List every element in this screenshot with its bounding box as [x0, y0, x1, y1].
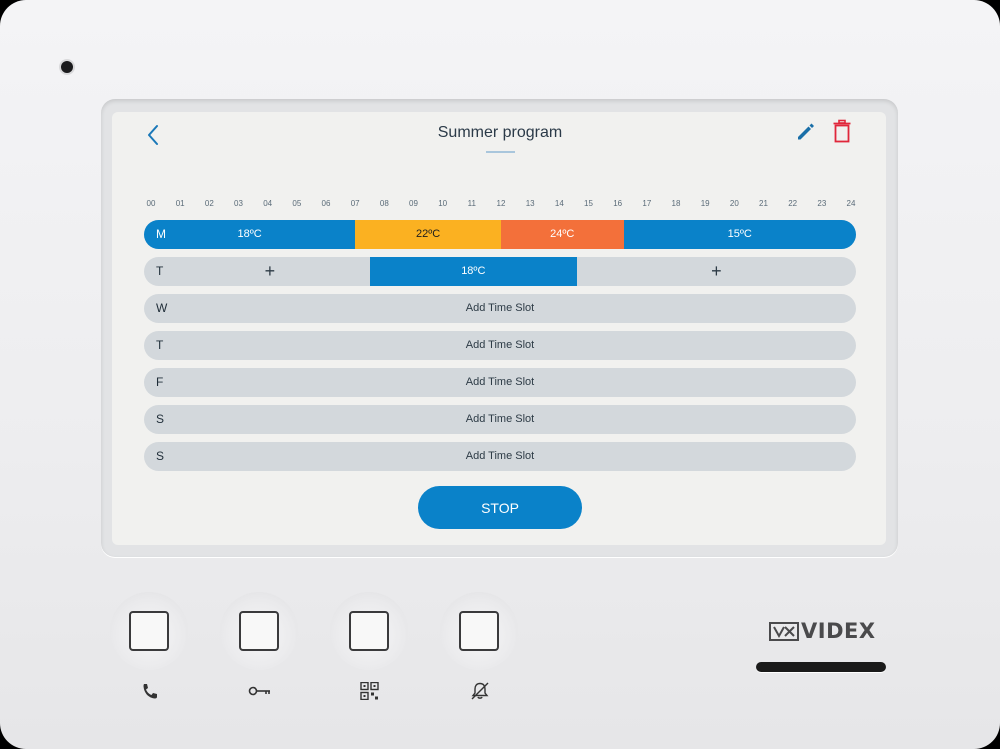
card-slot [756, 662, 886, 672]
brand-name: VIDEX [801, 619, 876, 643]
hour-scale: 00 01 02 03 04 05 06 07 08 09 10 11 12 13 14 15 16 17 18 19… [0, 199, 1000, 211]
hardware-button-4-housing [440, 592, 518, 670]
pencil-icon[interactable] [795, 120, 817, 142]
hour-label: 01 [175, 199, 185, 208]
day-row[interactable]: Add Time Slot S [144, 442, 856, 471]
day-row[interactable]: Add Time Slot F [144, 368, 856, 397]
day-row[interactable]: Add Time Slot W [144, 294, 856, 323]
chevron-left-icon[interactable] [142, 122, 166, 148]
hour-label: 15 [584, 199, 593, 208]
hardware-button-3[interactable] [349, 611, 389, 651]
hour-label: 05 [292, 199, 302, 208]
phone-icon [143, 684, 157, 699]
hardware-button-1-housing [110, 592, 188, 670]
intercom-device: Summer program 00 01 02 03 04 05 06 07 08 09 10 11 1… [0, 0, 1000, 749]
hour-label: 04 [263, 199, 273, 208]
hour-label: 22 [788, 199, 798, 208]
day-row[interactable]: 18ºC 22ºC 24ºC 15ºC M [144, 220, 856, 249]
hardware-button-2-housing [220, 592, 298, 670]
hour-label: 02 [204, 199, 214, 208]
hardware-button-4[interactable] [459, 611, 499, 651]
bell-off-icon [471, 682, 489, 700]
add-time-slot-label: Add Time Slot [465, 450, 535, 462]
hour-label: 21 [759, 199, 768, 208]
page-title: Summer program [437, 124, 563, 141]
hour-label: 19 [700, 199, 710, 208]
time-slot[interactable]: 18ºC [369, 257, 577, 286]
hour-label: 13 [525, 199, 535, 208]
time-slot[interactable]: 18ºC [144, 220, 356, 249]
day-row[interactable]: Add Time Slot S [144, 405, 856, 434]
hour-label: 06 [321, 199, 331, 208]
add-slot-before-button[interactable]: + [258, 257, 282, 285]
hour-label: 03 [234, 199, 243, 208]
hardware-button-3-housing [330, 592, 408, 670]
brand-logo: VIDEX [769, 618, 877, 644]
day-row[interactable]: 18ºC + + T [144, 257, 856, 286]
hour-label: 14 [554, 199, 564, 208]
time-slot[interactable]: 24ºC [501, 220, 624, 249]
day-letter: T [156, 264, 164, 278]
day-letter: W [156, 301, 168, 315]
hour-label: 12 [496, 199, 506, 208]
hour-label: 07 [350, 199, 360, 208]
add-time-slot-label: Add Time Slot [465, 339, 535, 351]
add-time-slot-label: Add Time Slot [465, 302, 535, 314]
hour-label: 23 [817, 199, 827, 208]
hour-label: 20 [729, 199, 739, 208]
qr-grid-icon [360, 682, 379, 700]
hardware-button-1[interactable] [129, 611, 169, 651]
hour-label: 11 [467, 199, 476, 208]
hour-label: 16 [613, 199, 623, 208]
day-letter: T [156, 338, 164, 352]
hardware-button-2[interactable] [239, 611, 279, 651]
hour-label: 09 [409, 199, 418, 208]
day-letter: M [156, 227, 166, 241]
day-row[interactable]: Add Time Slot T [144, 331, 856, 360]
trash-icon[interactable] [831, 119, 853, 143]
stop-button[interactable]: STOP [418, 486, 582, 529]
day-letter: S [156, 449, 165, 463]
touch-screen [112, 112, 886, 545]
brand-mark-icon [769, 622, 799, 641]
day-letter: F [156, 375, 164, 389]
time-slot[interactable]: 22ºC [355, 220, 501, 249]
add-time-slot-label: Add Time Slot [465, 376, 535, 388]
hour-label: 08 [379, 199, 389, 208]
hour-label: 24 [846, 199, 856, 208]
hour-label: 10 [438, 199, 448, 208]
hour-label: 18 [671, 199, 681, 208]
key-icon [248, 686, 270, 696]
add-time-slot-label: Add Time Slot [465, 413, 535, 425]
time-slot[interactable]: 15ºC [623, 220, 856, 249]
hour-label: 00 [146, 199, 156, 208]
camera-lens [61, 61, 73, 73]
day-letter: S [156, 412, 165, 426]
title-underline [486, 151, 515, 153]
hour-label: 17 [642, 199, 652, 208]
add-slot-after-button[interactable]: + [704, 257, 728, 285]
